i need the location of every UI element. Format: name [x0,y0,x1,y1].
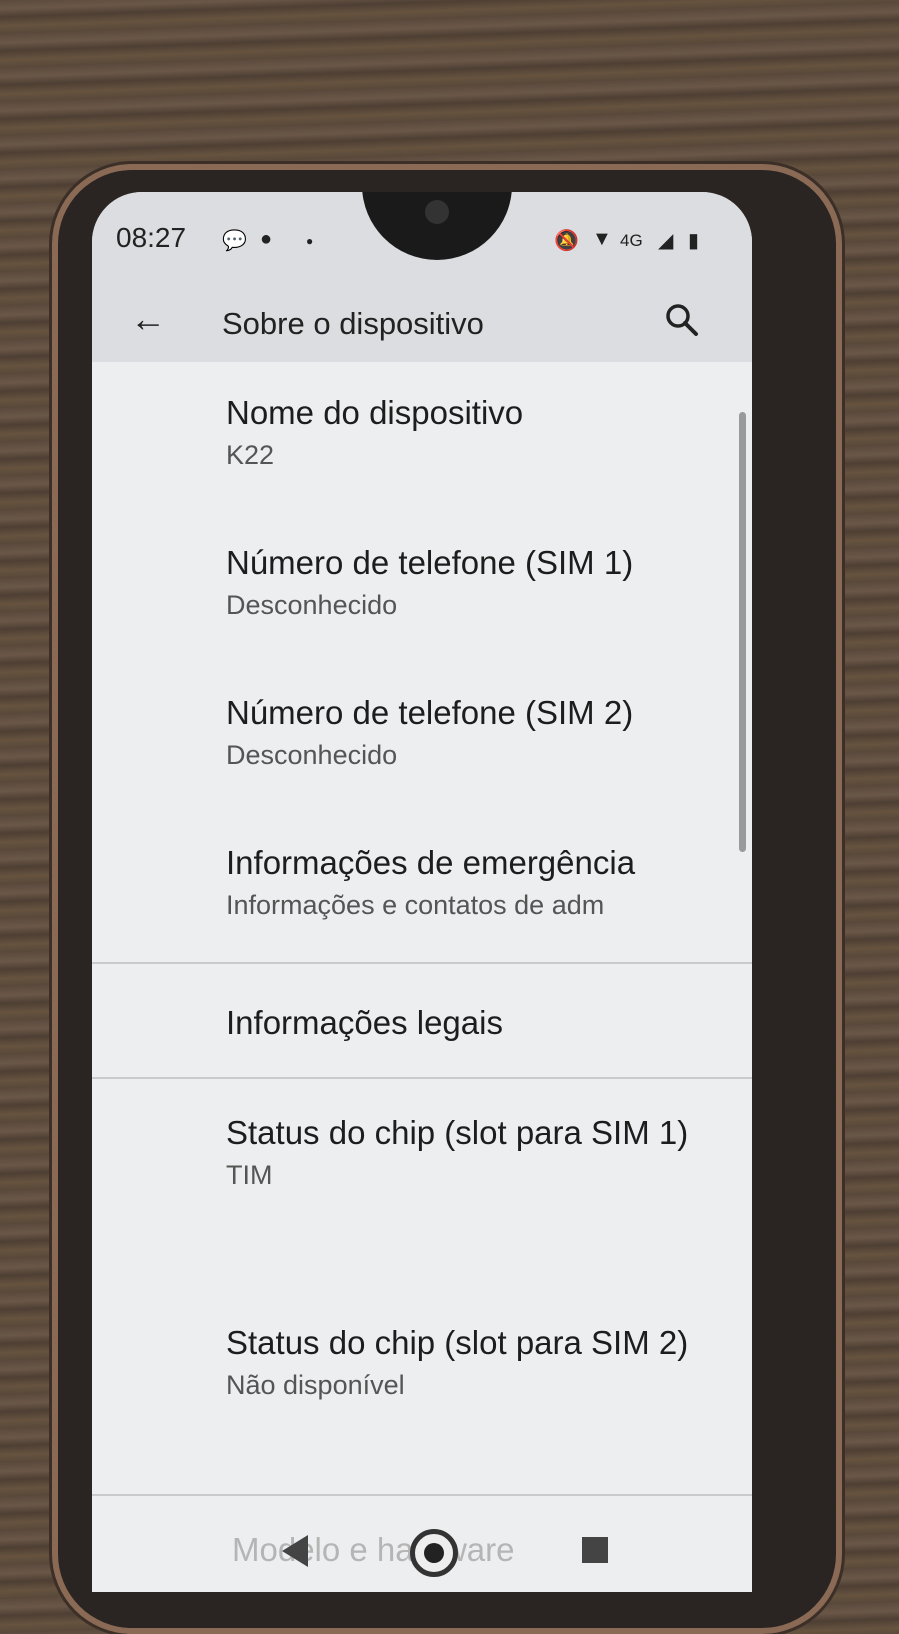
message-icon: 💬 [222,230,247,252]
list-item-device-name[interactable]: Nome do dispositivo K22 [226,392,726,471]
item-subtitle: K22 [226,440,275,470]
list-item-phone-sim2[interactable]: Número de telefone (SIM 2) Desconhecido [226,692,726,771]
list-item-model-hardware[interactable]: Modelo e hardware [232,1531,515,1569]
screen: 08:27 💬 ● ● 🔕 ▼ 4G ◢ ▮ ← Sobre o disposi… [92,192,752,1592]
dot-icon: ● [306,234,314,248]
list-item-emergency-info[interactable]: Informações de emergência Informações e … [226,842,726,921]
wifi-icon: ▼ [592,228,612,250]
search-icon[interactable] [662,300,702,340]
scrollbar[interactable] [739,412,746,852]
home-nav-icon[interactable] [410,1529,458,1577]
divider [92,962,752,964]
item-subtitle: TIM [226,1160,273,1190]
app-bar: ← Sobre o dispositivo [92,282,752,362]
list-item-legal-info[interactable]: Informações legais [226,1002,726,1044]
item-title: Status do chip (slot para SIM 1) [226,1114,689,1151]
camera-icon [425,200,449,224]
item-subtitle: Não disponível [226,1370,405,1400]
item-subtitle: Desconhecido [226,740,398,770]
divider [92,1494,752,1496]
back-nav-icon[interactable] [282,1535,308,1567]
list-item-sim2-status[interactable]: Status do chip (slot para SIM 2) Não dis… [226,1322,726,1401]
status-bar: 08:27 💬 ● ● 🔕 ▼ 4G ◢ ▮ [92,192,752,282]
recents-nav-icon[interactable] [582,1537,608,1563]
mute-icon: 🔕 [554,230,579,252]
4g-icon: 4G [620,231,643,250]
item-title: Número de telefone (SIM 2) [226,694,634,731]
item-subtitle: Desconhecido [226,590,398,620]
divider [92,1077,752,1079]
item-title: Nome do dispositivo [226,394,524,431]
navigation-bar: Modelo e hardware [92,1497,752,1592]
camera-notch [362,192,512,260]
list-item-sim1-status[interactable]: Status do chip (slot para SIM 1) TIM [226,1112,726,1191]
status-time: 08:27 [116,222,187,253]
item-title: Status do chip (slot para SIM 2) [226,1324,689,1361]
item-subtitle: Informações e contatos de adm [226,890,605,920]
notification-icon: ● [260,228,273,250]
signal-icon: ◢ [658,230,674,252]
list-item-phone-sim1[interactable]: Número de telefone (SIM 1) Desconhecido [226,542,726,621]
item-title: Informações de emergência [226,844,636,881]
item-title: Informações legais [226,1004,503,1041]
page-title: Sobre o dispositivo [222,306,484,341]
battery-icon: ▮ [688,230,700,252]
item-title: Número de telefone (SIM 1) [226,544,634,581]
back-arrow-icon[interactable]: ← [130,298,166,340]
